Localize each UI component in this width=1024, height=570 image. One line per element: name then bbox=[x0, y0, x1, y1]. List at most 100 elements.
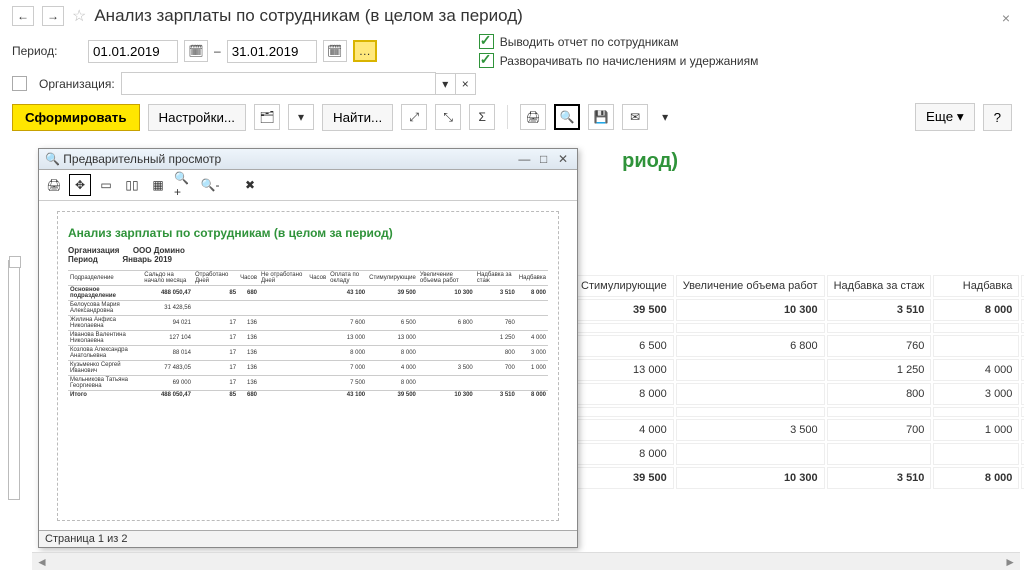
bg-cell bbox=[933, 407, 1019, 417]
collapse-all-icon[interactable]: ⤡ bbox=[435, 104, 461, 130]
pv-cell: 680 bbox=[238, 391, 259, 400]
date-from-input[interactable] bbox=[88, 40, 178, 63]
bg-cell: 800 bbox=[827, 383, 932, 405]
chk-org[interactable] bbox=[12, 76, 27, 91]
form-report-button[interactable]: Сформировать bbox=[12, 104, 140, 131]
bg-col-header: Увеличение объема работ bbox=[676, 275, 825, 297]
pv-cell: Белоусова Мария Александровна bbox=[68, 301, 142, 316]
nav-forward[interactable]: → bbox=[42, 6, 64, 26]
calendar-from-icon[interactable]: 🗓 bbox=[184, 40, 208, 62]
pv-cell bbox=[418, 346, 475, 361]
email-dropdown-icon[interactable]: ▾ bbox=[656, 104, 674, 130]
chk-by-employee[interactable] bbox=[479, 34, 494, 49]
pv-cell: 69 000 bbox=[142, 376, 193, 391]
bg-col-header: Стимулирующие bbox=[574, 275, 674, 297]
pv-cell: 6 800 bbox=[418, 316, 475, 331]
help-button[interactable]: ? bbox=[983, 104, 1012, 131]
variants-icon[interactable]: 🗂 bbox=[254, 104, 280, 130]
bg-cell: 1 000 bbox=[933, 419, 1019, 441]
pv-period-lbl: Период bbox=[68, 255, 98, 264]
sum-icon[interactable]: Σ bbox=[469, 104, 495, 130]
print-preview-icon[interactable]: 🔍 bbox=[554, 104, 580, 130]
pv-cell: 760 bbox=[475, 316, 517, 331]
outline-rail[interactable] bbox=[8, 260, 20, 500]
email-icon[interactable]: ✉ bbox=[622, 104, 648, 130]
pv-cell: 3 510 bbox=[475, 391, 517, 400]
save-icon[interactable]: 💾 bbox=[588, 104, 614, 130]
org-label: Организация: bbox=[39, 77, 115, 91]
pv-col: Часов bbox=[307, 271, 328, 286]
pv-cell bbox=[307, 391, 328, 400]
pv-col: Сальдо на начало месяца bbox=[142, 271, 193, 286]
pv-cell: 4 000 bbox=[517, 331, 548, 346]
bg-cell: 39 500 bbox=[574, 299, 674, 321]
pv-cell: 39 500 bbox=[367, 391, 418, 400]
preview-magnifier-icon: 🔍 bbox=[45, 152, 60, 166]
more-button[interactable]: Еще ▾ bbox=[915, 103, 975, 131]
pv-cell: 85 bbox=[193, 391, 238, 400]
org-clear-icon[interactable]: × bbox=[456, 73, 476, 95]
pv-cell: 7 000 bbox=[328, 361, 367, 376]
chk-expand[interactable] bbox=[479, 53, 494, 68]
pv-zoom-in-icon[interactable]: 🔍+ bbox=[173, 174, 195, 196]
pv-cell bbox=[259, 301, 307, 316]
pv-fit-icon[interactable]: ✥ bbox=[69, 174, 91, 196]
close-icon[interactable]: × bbox=[1002, 10, 1010, 26]
pv-cell: 136 bbox=[238, 376, 259, 391]
pv-cell: 77 483,05 bbox=[142, 361, 193, 376]
pv-cell: 43 100 bbox=[328, 286, 367, 301]
pv-cell bbox=[307, 361, 328, 376]
pv-cell: 31 428,56 bbox=[142, 301, 193, 316]
pv-cell bbox=[475, 301, 517, 316]
period-picker-button[interactable]: … bbox=[353, 40, 377, 62]
pv-zoom-out-icon[interactable]: 🔍- bbox=[199, 174, 221, 196]
pv-cell: 85 bbox=[193, 286, 238, 301]
bg-cell: 10 300 bbox=[676, 299, 825, 321]
favorite-star-icon[interactable]: ☆ bbox=[72, 6, 86, 26]
org-input[interactable] bbox=[121, 72, 436, 95]
pv-cell: 136 bbox=[238, 361, 259, 376]
preview-minimize-icon[interactable]: — bbox=[516, 152, 532, 166]
bg-cell: 700 bbox=[827, 419, 932, 441]
pv-cell: 6 500 bbox=[367, 316, 418, 331]
bg-cell bbox=[676, 383, 825, 405]
pv-cell bbox=[238, 301, 259, 316]
pv-cell: Мельникова Татьяна Георгиевна bbox=[68, 376, 142, 391]
bg-cell: 8 000 bbox=[574, 383, 674, 405]
find-button[interactable]: Найти... bbox=[322, 104, 393, 131]
pv-multipage-icon[interactable]: ▦ bbox=[147, 174, 169, 196]
bg-cell: 13 000 bbox=[574, 359, 674, 381]
org-dropdown-icon[interactable]: ▾ bbox=[436, 73, 456, 95]
expand-all-icon[interactable]: ⤢ bbox=[401, 104, 427, 130]
pv-cell: 680 bbox=[238, 286, 259, 301]
pv-page-icon[interactable]: ▭ bbox=[95, 174, 117, 196]
calendar-to-icon[interactable]: 🗓 bbox=[323, 40, 347, 62]
pv-2page-icon[interactable]: ▯▯ bbox=[121, 174, 143, 196]
variants-dropdown-icon[interactable]: ▾ bbox=[288, 104, 314, 130]
pv-cell: 17 bbox=[193, 331, 238, 346]
bg-cell bbox=[676, 323, 825, 333]
preview-sheet: Анализ зарплаты по сотрудникам (в целом … bbox=[57, 211, 559, 521]
horizontal-scrollbar[interactable]: ◄► bbox=[32, 552, 1020, 570]
pv-cell: 488 050,47 bbox=[142, 391, 193, 400]
pv-close-preview-icon[interactable]: ✖ bbox=[239, 174, 261, 196]
pv-cell: 1 000 bbox=[517, 361, 548, 376]
preview-maximize-icon[interactable]: □ bbox=[536, 152, 552, 166]
pv-cell bbox=[259, 316, 307, 331]
bg-cell: 8 000 bbox=[933, 467, 1019, 489]
pv-cell bbox=[259, 376, 307, 391]
pv-print-icon[interactable]: 🖨 bbox=[43, 174, 65, 196]
pv-cell: 3 510 bbox=[475, 286, 517, 301]
pv-col: Не отработано Дней bbox=[259, 271, 307, 286]
nav-back[interactable]: ← bbox=[12, 6, 34, 26]
pv-cell bbox=[259, 331, 307, 346]
date-to-input[interactable] bbox=[227, 40, 317, 63]
print-icon[interactable]: 🖨 bbox=[520, 104, 546, 130]
pv-cell: 127 104 bbox=[142, 331, 193, 346]
pv-col: Надбавка за стаж bbox=[475, 271, 517, 286]
preview-close-icon[interactable]: ✕ bbox=[555, 152, 571, 166]
pv-cell: 3 500 bbox=[418, 361, 475, 376]
bg-cell: 8 000 bbox=[933, 299, 1019, 321]
settings-button[interactable]: Настройки... bbox=[148, 104, 246, 131]
bg-cell bbox=[676, 443, 825, 465]
